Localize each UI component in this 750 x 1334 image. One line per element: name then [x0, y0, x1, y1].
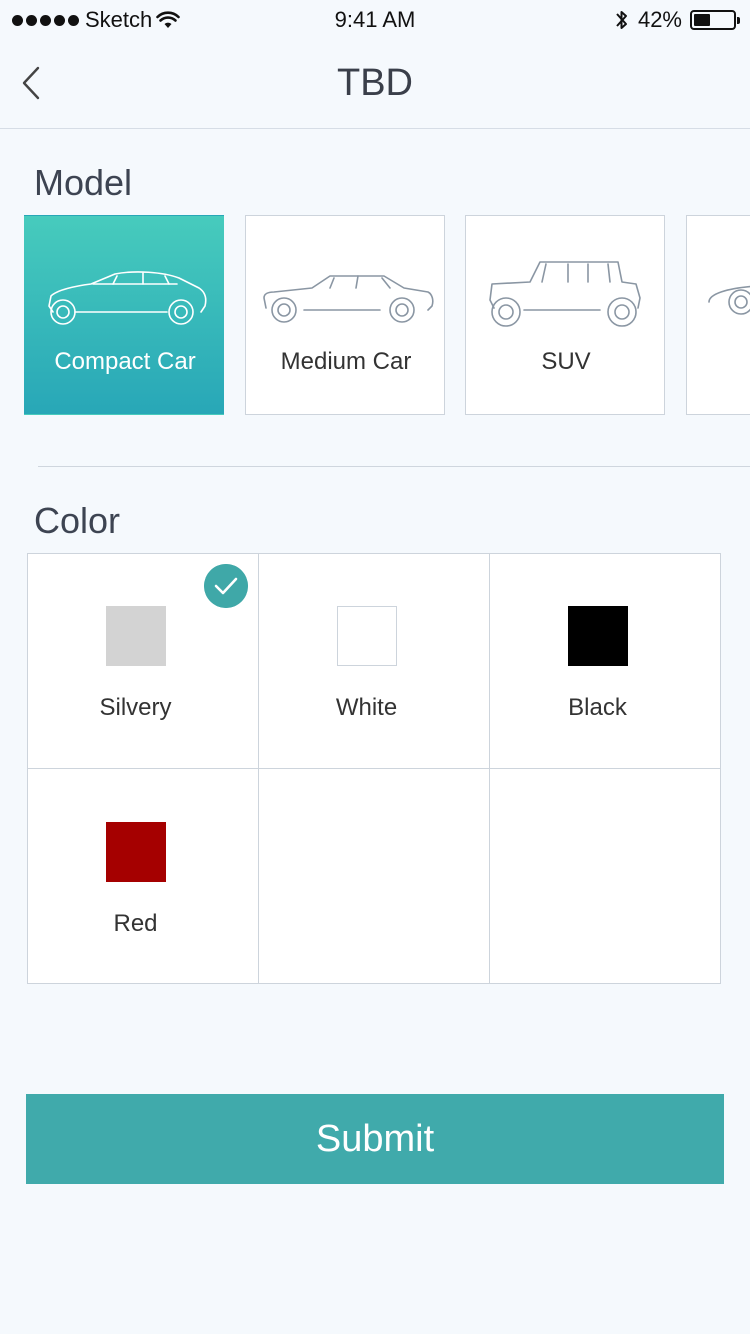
color-swatch — [337, 606, 397, 666]
color-grid: Silvery White Black Red — [27, 553, 721, 984]
color-label: Black — [568, 694, 627, 721]
model-label: Compact Car — [54, 348, 196, 375]
model-label: Medium Car — [280, 348, 412, 375]
model-label: Sp — [687, 348, 750, 376]
model-section-title: Model — [34, 162, 133, 203]
compact-car-icon — [48, 271, 207, 325]
color-swatch — [106, 606, 166, 666]
section-divider — [38, 466, 750, 467]
suv-icon — [489, 261, 641, 327]
color-option-black[interactable]: Black — [490, 554, 721, 769]
model-card-medium-car[interactable]: Medium Car — [245, 215, 445, 415]
color-option-red[interactable]: Red — [28, 770, 259, 985]
color-option-white[interactable]: White — [259, 554, 490, 769]
battery-icon — [690, 10, 740, 30]
battery-percent: 42% — [637, 7, 682, 32]
color-option-silvery[interactable]: Silvery — [28, 554, 259, 769]
medium-car-icon — [263, 275, 434, 323]
sports-car-icon — [708, 285, 750, 315]
model-card-compact-car[interactable]: Compact Car — [24, 215, 224, 415]
page-title: TBD — [337, 62, 413, 104]
model-label: SUV — [541, 348, 591, 375]
color-label: Silvery — [99, 694, 172, 721]
model-card-sports-car[interactable]: Sp — [686, 215, 750, 415]
checkmark-icon — [204, 564, 248, 608]
model-list[interactable]: Compact Car Medium Car SUV — [24, 215, 750, 415]
color-label: Red — [113, 910, 158, 937]
status-bar: Sketch 9:41 AM 42% — [0, 0, 750, 40]
submit-button[interactable]: Submit — [26, 1094, 724, 1184]
color-label: White — [335, 694, 398, 721]
bluetooth-icon — [616, 11, 627, 29]
color-swatch — [568, 606, 628, 666]
navigation-bar: TBD — [0, 40, 750, 129]
color-section-title: Color — [34, 500, 121, 541]
status-right: 42% — [614, 7, 740, 33]
color-swatch — [106, 822, 166, 882]
model-card-suv[interactable]: SUV — [465, 215, 665, 415]
